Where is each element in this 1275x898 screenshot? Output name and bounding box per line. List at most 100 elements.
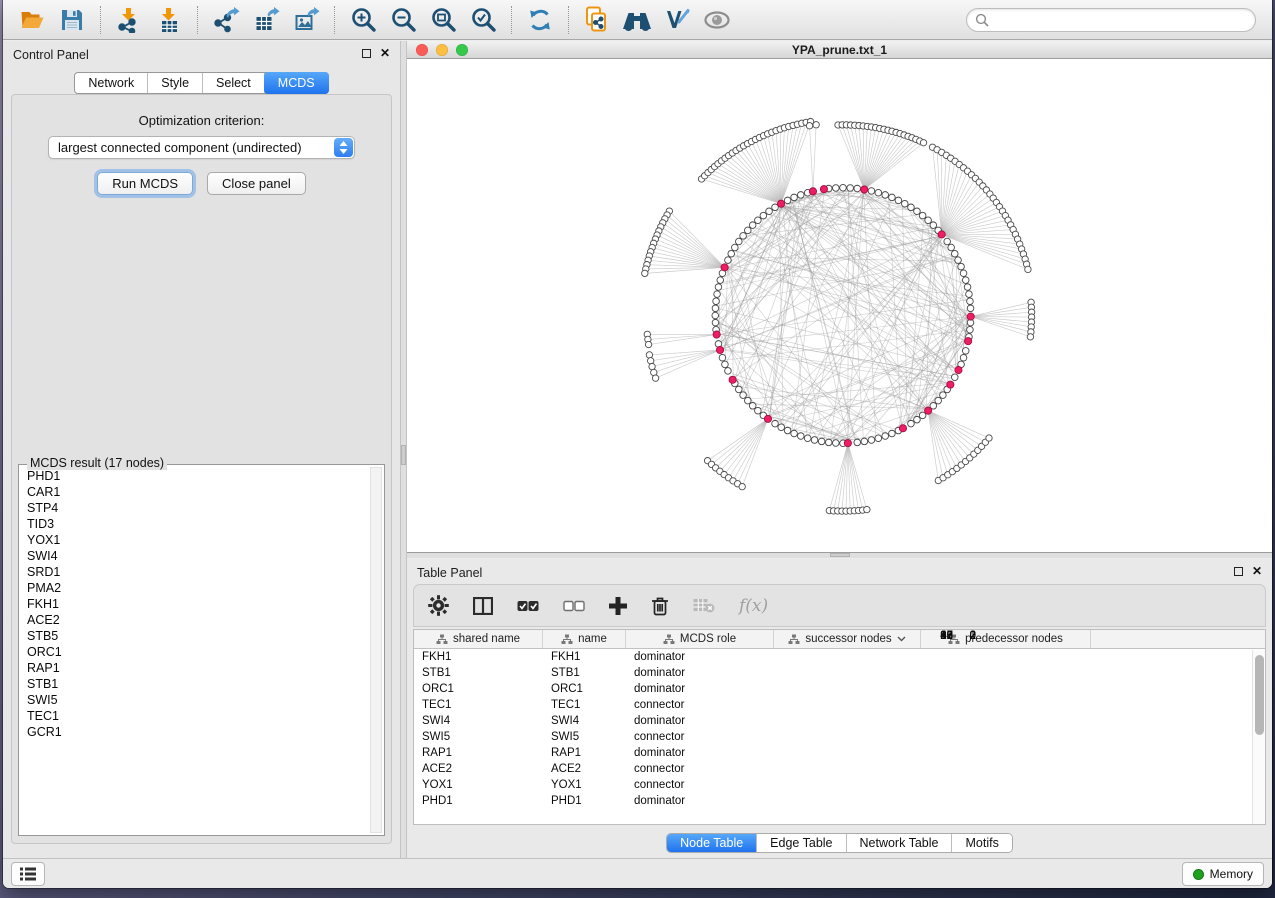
zoom-in-icon <box>350 6 377 33</box>
list-item[interactable]: GCR1 <box>22 724 368 740</box>
column-header-MCDS-role[interactable]: MCDS role <box>626 630 774 648</box>
network-window-titlebar[interactable]: YPA_prune.txt_1 <box>407 41 1272 59</box>
delete-column-button[interactable] <box>651 596 669 616</box>
main-toolbar <box>3 0 1272 40</box>
table-cell: TEC1 <box>543 699 626 711</box>
list-item[interactable]: CAR1 <box>22 484 368 500</box>
memory-label: Memory <box>1210 867 1253 881</box>
list-item[interactable]: STP4 <box>22 500 368 516</box>
splitter-grip[interactable] <box>830 553 850 557</box>
scrollbar-thumb[interactable] <box>1255 655 1264 735</box>
minimize-window-icon[interactable] <box>436 44 448 56</box>
zoom-selected-button[interactable] <box>464 3 502 37</box>
zoom-selected-icon <box>470 6 497 33</box>
table-scrollbar[interactable] <box>1252 650 1265 824</box>
mcds-result-list: PHD1CAR1STP4TID3YOX1SWI4SRD1PMA2FKH1ACE2… <box>22 468 368 832</box>
zoom-in-button[interactable] <box>344 3 382 37</box>
list-item[interactable]: RAP1 <box>22 660 368 676</box>
network-canvas[interactable] <box>407 59 1272 553</box>
column-header-shared-name[interactable]: shared name <box>414 630 543 648</box>
table-cell: dominator <box>626 667 774 679</box>
find-button[interactable] <box>618 3 656 37</box>
maximize-window-icon[interactable] <box>456 44 468 56</box>
run-mcds-button[interactable]: Run MCDS <box>97 172 193 195</box>
mcds-list-scrollbar[interactable] <box>370 467 382 833</box>
zoom-out-button[interactable] <box>384 3 422 37</box>
splitter-grip[interactable] <box>401 445 406 465</box>
import-table-button[interactable] <box>150 3 188 37</box>
table-cell: STB1 <box>543 667 626 679</box>
tab-select[interactable]: Select <box>203 73 265 93</box>
list-item[interactable]: SWI5 <box>22 692 368 708</box>
refresh-button[interactable] <box>521 3 559 37</box>
search-input[interactable] <box>989 13 1247 27</box>
column-header-name[interactable]: name <box>543 630 626 648</box>
toolbar-separator <box>511 6 512 34</box>
tab-motifs[interactable]: Motifs <box>952 834 1011 852</box>
open-file-button[interactable] <box>13 3 51 37</box>
network-graph[interactable] <box>407 59 1272 552</box>
tab-node-table[interactable]: Node Table <box>667 834 757 852</box>
list-item[interactable]: PHD1 <box>22 468 368 484</box>
delete-table-button[interactable] <box>693 598 715 613</box>
horizontal-splitter[interactable] <box>407 553 1272 558</box>
float-panel-icon[interactable] <box>362 49 371 58</box>
attribute-tree-icon <box>663 634 675 645</box>
tab-network[interactable]: Network <box>75 73 148 93</box>
graph-edges <box>718 191 967 440</box>
table-cell: dominator <box>626 747 774 759</box>
float-panel-icon[interactable] <box>1234 567 1243 576</box>
tab-network-table[interactable]: Network Table <box>847 834 953 852</box>
import-network-button[interactable] <box>110 3 148 37</box>
export-table-button[interactable] <box>247 3 285 37</box>
close-panel-icon[interactable]: ✕ <box>380 48 390 58</box>
close-panel-icon[interactable]: ✕ <box>1252 566 1262 576</box>
vertical-splitter[interactable] <box>400 41 407 858</box>
gear-icon <box>428 595 449 616</box>
list-item[interactable]: SWI4 <box>22 548 368 564</box>
export-image-button[interactable] <box>287 3 325 37</box>
list-item[interactable]: ACE2 <box>22 612 368 628</box>
mcds-tab-content: Optimization criterion: largest connecte… <box>11 94 392 844</box>
select-all-button[interactable] <box>517 600 539 612</box>
list-item[interactable]: STB5 <box>22 628 368 644</box>
list-item[interactable]: ORC1 <box>22 644 368 660</box>
table-settings-button[interactable] <box>428 595 449 616</box>
task-history-button[interactable] <box>11 862 45 886</box>
trash-icon <box>651 596 669 616</box>
table-row[interactable]: PHD1PHD1dominator180 <box>414 793 1265 809</box>
add-column-button[interactable] <box>609 597 627 615</box>
tab-mcds[interactable]: MCDS <box>264 72 329 94</box>
export-network-button[interactable] <box>207 3 245 37</box>
list-item[interactable]: STB1 <box>22 676 368 692</box>
eye-icon <box>703 8 731 32</box>
memory-button[interactable]: Memory <box>1182 862 1264 886</box>
control-panel-title: Control Panel <box>13 48 89 62</box>
list-item[interactable]: PMA2 <box>22 580 368 596</box>
unselect-all-button[interactable] <box>563 600 585 612</box>
delete-table-icon <box>693 598 715 613</box>
table-cell: STB1 <box>414 667 543 679</box>
list-item[interactable]: SRD1 <box>22 564 368 580</box>
table-cell: connector <box>626 699 774 711</box>
level-of-detail-button[interactable] <box>698 3 736 37</box>
table-tabs: Node TableEdge TableNetwork TableMotifs <box>407 833 1272 853</box>
list-item[interactable]: TEC1 <box>22 708 368 724</box>
list-item[interactable]: TID3 <box>22 516 368 532</box>
list-item[interactable]: YOX1 <box>22 532 368 548</box>
close-window-icon[interactable] <box>416 44 428 56</box>
search-box[interactable] <box>966 8 1256 32</box>
table-cell: YOX1 <box>543 779 626 791</box>
save-session-button[interactable] <box>53 3 91 37</box>
list-item[interactable]: FKH1 <box>22 596 368 612</box>
close-panel-button[interactable]: Close panel <box>207 172 306 195</box>
optimization-criterion-select[interactable]: largest connected component (undirected) <box>48 136 355 159</box>
split-view-button[interactable] <box>473 597 493 615</box>
zoom-fit-button[interactable] <box>424 3 462 37</box>
new-network-from-selection-button[interactable] <box>578 3 616 37</box>
apply-function-button[interactable]: f(x) <box>739 596 768 616</box>
tab-style[interactable]: Style <box>148 73 203 93</box>
style-button[interactable] <box>658 3 696 37</box>
tab-edge-table[interactable]: Edge Table <box>757 834 846 852</box>
table-cell: RAP1 <box>414 747 543 759</box>
